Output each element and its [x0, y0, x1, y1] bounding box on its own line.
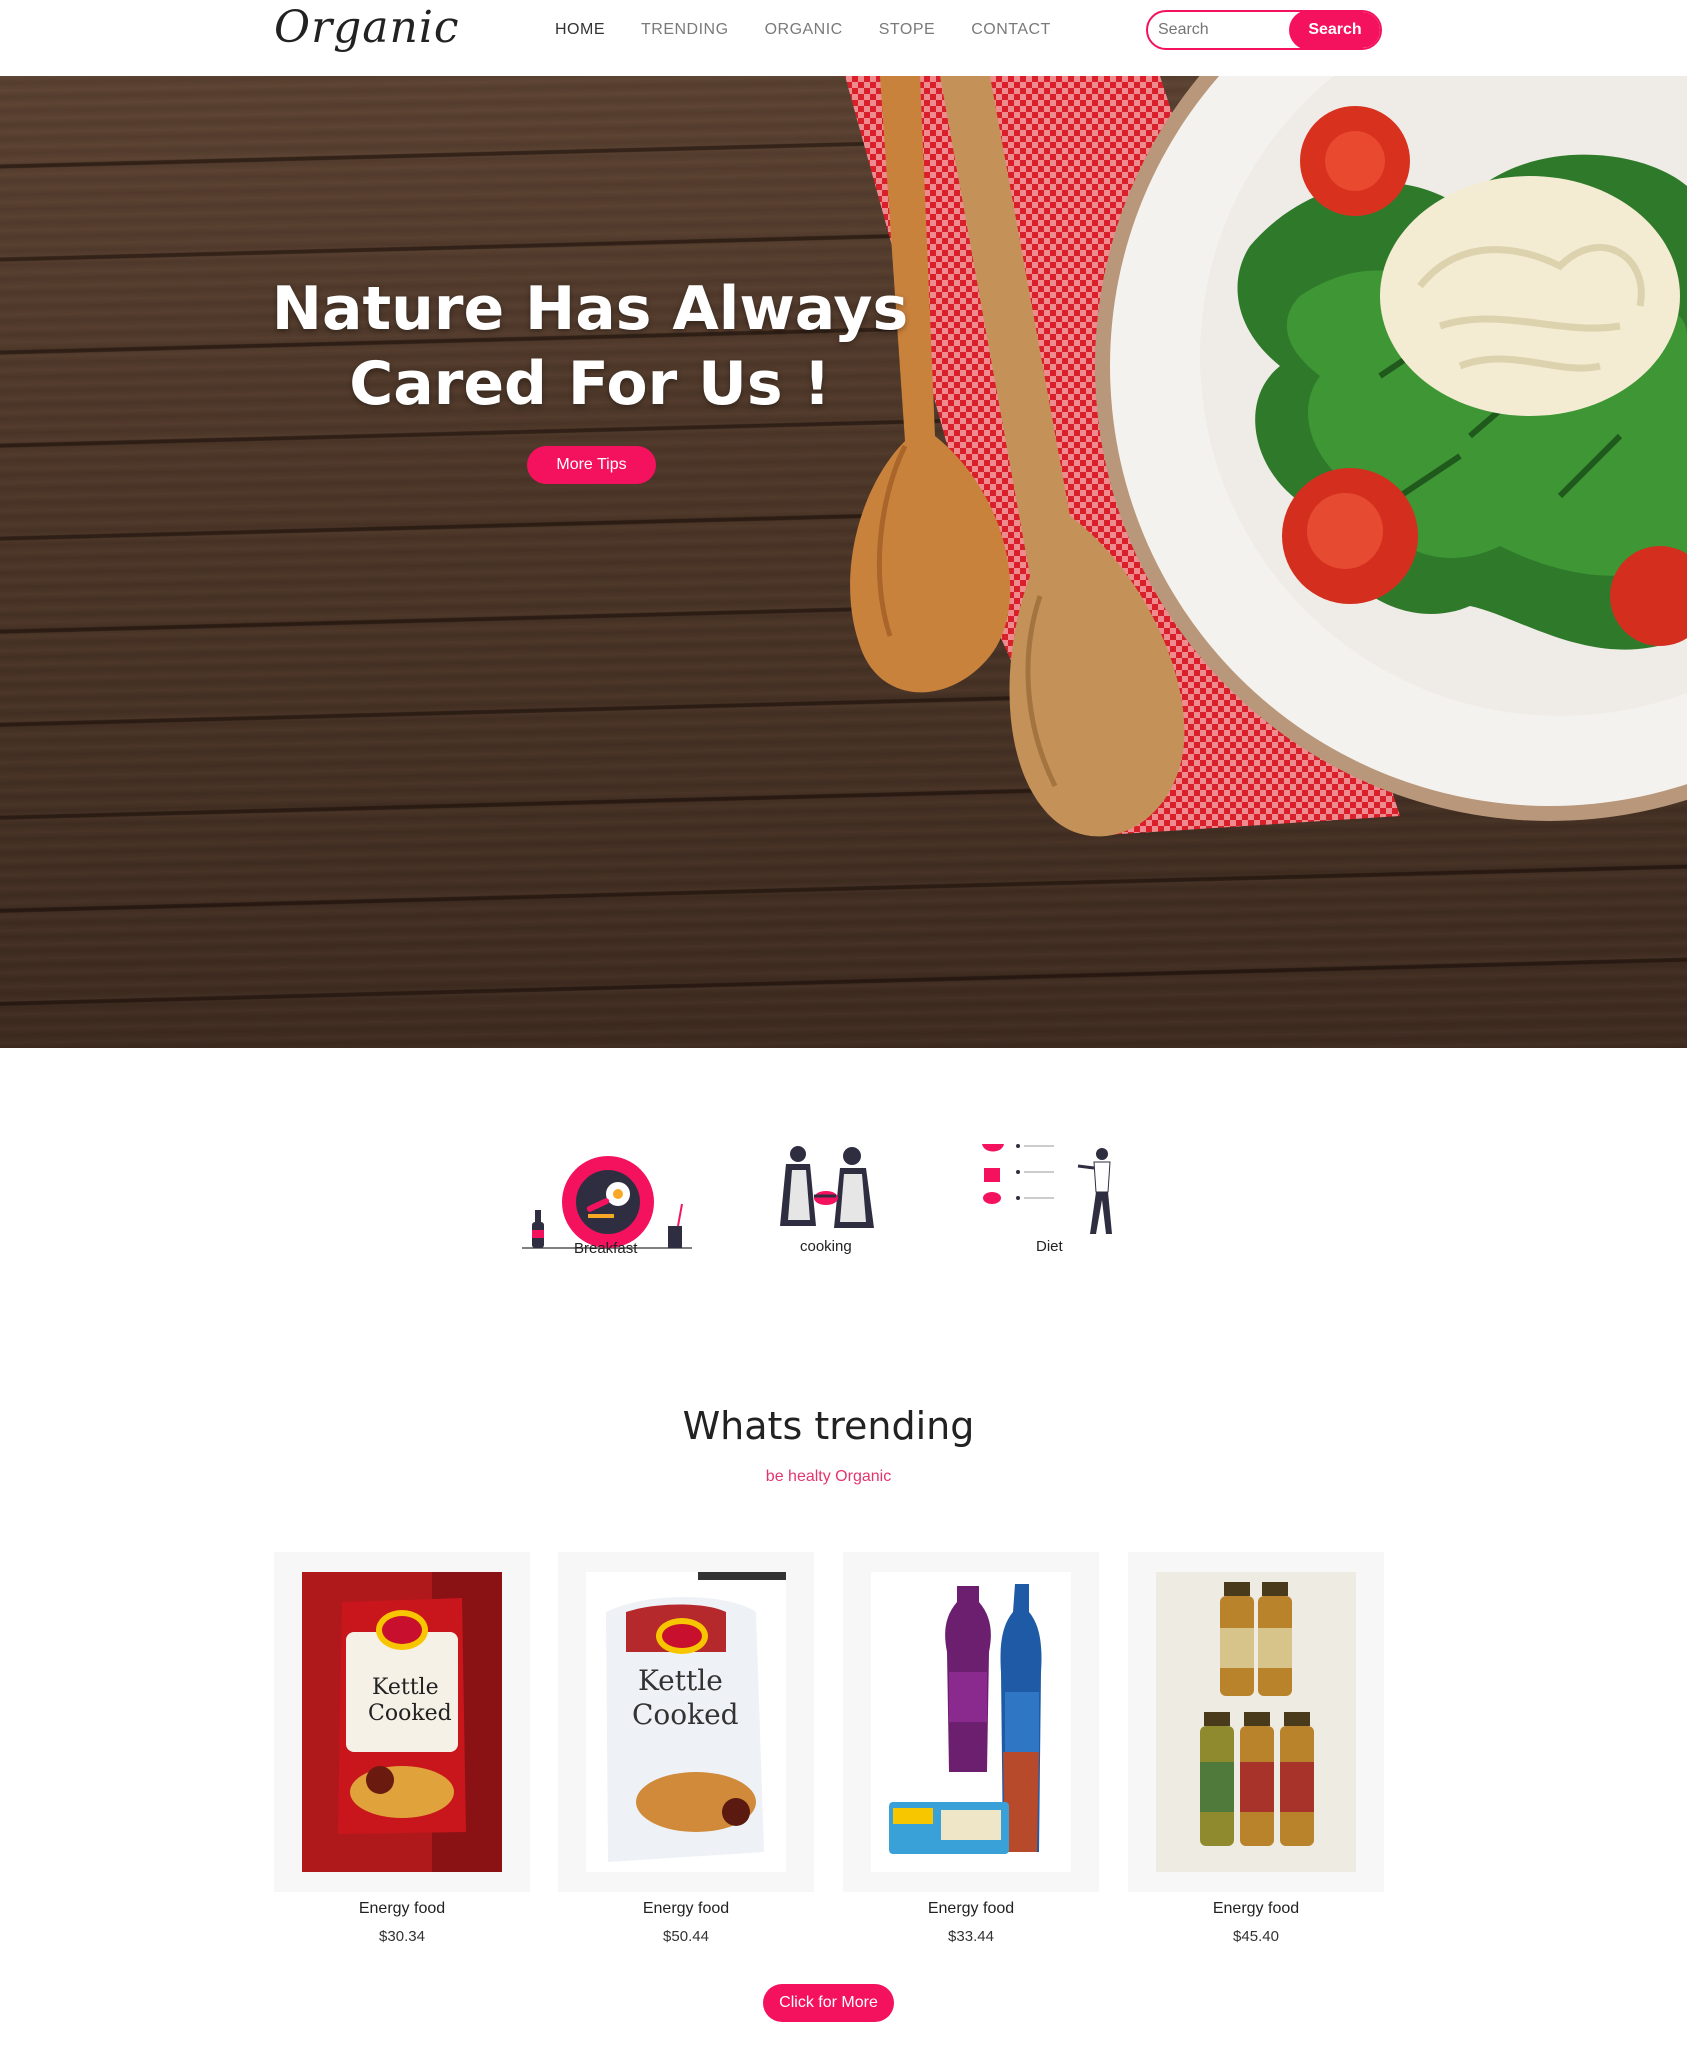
peanut-butter-jars-image	[1156, 1572, 1356, 1872]
hero-title-line2: Cared For Us !	[349, 349, 831, 419]
product-card[interactable]: Kettle Cooked Energy food $30.34	[274, 1552, 530, 1945]
svg-text:Cooked: Cooked	[368, 1701, 452, 1726]
search-form: Search	[1146, 10, 1382, 50]
chips-bag-red-image: Kettle Cooked	[302, 1572, 502, 1872]
nav-trending[interactable]: TRENDING	[623, 18, 747, 42]
hero-food-image	[845, 76, 1687, 837]
product-image-frame: Kettle Cooked	[274, 1552, 530, 1892]
svg-text:Cooked: Cooked	[632, 1698, 739, 1731]
search-button[interactable]: Search	[1289, 12, 1380, 48]
product-name: Energy food	[1212, 1900, 1300, 1917]
cooking-people-icon	[780, 1146, 874, 1228]
nav-stope[interactable]: STOPE	[861, 18, 953, 42]
product-price: $30.34	[379, 1928, 425, 1945]
svg-text:Kettle: Kettle	[638, 1664, 723, 1697]
powerbar-products-image	[871, 1572, 1071, 1872]
product-card[interactable]: Energy food $33.44	[843, 1552, 1099, 1945]
category-label: Breakfast	[574, 1240, 638, 1257]
product-price: $45.40	[1233, 1928, 1279, 1945]
nav-links: HOME TRENDING ORGANIC STOPE CONTACT	[537, 18, 1069, 42]
product-card[interactable]: Energy food $45.40	[1128, 1552, 1384, 1945]
product-name: Energy food	[642, 1900, 730, 1917]
trending-title: Whats trending	[682, 1404, 975, 1448]
click-for-more-button[interactable]: Click for More	[763, 1984, 894, 2022]
product-name: Energy food	[927, 1900, 1015, 1917]
category-label: Diet	[1036, 1238, 1063, 1255]
category-label: cooking	[800, 1238, 852, 1255]
trending-subtitle: be healty Organic	[765, 1468, 892, 1485]
hero-title: Nature Has Always Cared For Us !	[260, 272, 920, 422]
brand-logo[interactable]: Organic	[274, 2, 460, 53]
search-input[interactable]	[1148, 12, 1308, 48]
chips-bag-white-image: Kettle Cooked	[586, 1572, 786, 1872]
hero-title-line1: Nature Has Always	[271, 274, 909, 344]
product-price: $50.44	[663, 1928, 709, 1945]
nav-home[interactable]: HOME	[537, 18, 623, 42]
hero-banner: Nature Has Always Cared For Us ! More Ti…	[0, 76, 1687, 1048]
category-cooking[interactable]: cooking	[770, 1130, 890, 1270]
category-breakfast[interactable]: Breakfast	[520, 1130, 696, 1270]
product-name: Energy food	[358, 1900, 446, 1917]
more-tips-button[interactable]: More Tips	[527, 446, 656, 484]
category-diet[interactable]: Diet	[980, 1130, 1125, 1270]
product-image-frame	[1128, 1552, 1384, 1892]
nav-organic[interactable]: ORGANIC	[747, 18, 861, 42]
category-section: Breakfast cooking Diet	[0, 1130, 1687, 1270]
product-image-frame	[843, 1552, 1099, 1892]
diet-checklist-icon	[982, 1144, 1112, 1234]
product-card[interactable]: Kettle Cooked Energy food $50.44	[558, 1552, 814, 1945]
product-image-frame: Kettle Cooked	[558, 1552, 814, 1892]
nav-contact[interactable]: CONTACT	[953, 18, 1069, 42]
svg-text:Kettle: Kettle	[372, 1675, 439, 1700]
product-price: $33.44	[948, 1928, 994, 1945]
top-navbar: Organic HOME TRENDING ORGANIC STOPE CONT…	[0, 0, 1687, 76]
